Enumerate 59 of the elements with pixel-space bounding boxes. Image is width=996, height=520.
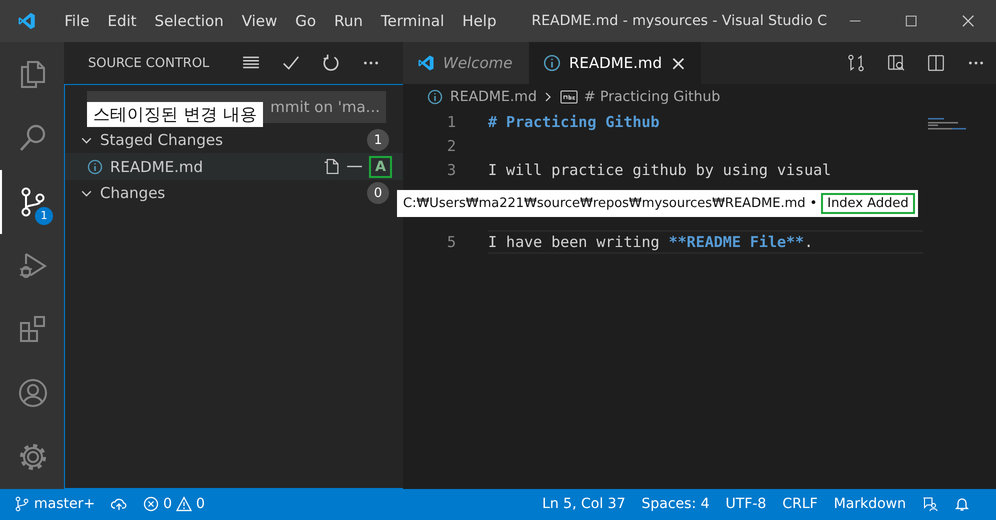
line-number: 2 bbox=[446, 137, 457, 155]
account-icon[interactable] bbox=[17, 377, 49, 410]
group-label[interactable]: Staged Changes bbox=[100, 131, 367, 149]
status-item[interactable]: Markdown bbox=[834, 496, 906, 512]
menu-item[interactable]: Run bbox=[325, 12, 372, 30]
breadcrumb-item[interactable]: README.md bbox=[450, 89, 537, 105]
menu-item[interactable]: Go bbox=[286, 12, 326, 30]
code-line: I have been writing **README File**. bbox=[488, 233, 814, 251]
menu-item[interactable]: Selection bbox=[146, 12, 233, 30]
preview-icon[interactable] bbox=[887, 54, 905, 72]
code-line: # Practicing Github bbox=[488, 113, 660, 131]
status-item[interactable]: Ln 5, Col 37 bbox=[542, 496, 626, 512]
editor-tab[interactable]: Welcome bbox=[403, 42, 529, 84]
maximize-icon[interactable] bbox=[905, 14, 918, 28]
file-name: README.md bbox=[110, 158, 204, 176]
separator-dot: • bbox=[810, 196, 818, 211]
status-item[interactable]: UTF-8 bbox=[726, 496, 766, 512]
feedback-icon[interactable] bbox=[922, 496, 938, 512]
menu-item[interactable]: View bbox=[232, 12, 286, 30]
split-editor-icon[interactable] bbox=[927, 54, 945, 72]
problems-indicator[interactable]: 0 0 bbox=[143, 496, 205, 512]
info-icon bbox=[87, 158, 103, 174]
status-text: Index Added bbox=[821, 193, 915, 214]
window-title: README.md - mysources - Visual Studio C bbox=[531, 13, 827, 29]
menu-item[interactable]: File bbox=[55, 12, 98, 30]
menu-item[interactable]: Edit bbox=[98, 12, 146, 30]
line-number: 3 bbox=[446, 161, 457, 179]
vscode-logo-icon bbox=[17, 10, 36, 32]
status-letter: A bbox=[369, 156, 392, 178]
bell-icon[interactable] bbox=[954, 496, 970, 512]
status-item[interactable]: CRLF bbox=[782, 496, 818, 512]
checkmark-icon[interactable] bbox=[282, 54, 300, 72]
minimap-drawing bbox=[928, 118, 966, 130]
menu-item[interactable]: Terminal bbox=[372, 12, 454, 30]
file-row[interactable]: README.md A bbox=[65, 153, 403, 180]
refresh-icon[interactable] bbox=[322, 54, 340, 72]
close-icon[interactable] bbox=[962, 14, 974, 28]
group-label[interactable]: Changes bbox=[100, 184, 367, 202]
file-path: C:₩Users₩ma221₩source₩repos₩mysources₩README.md bbox=[403, 196, 806, 211]
count-badge: 0 bbox=[367, 182, 389, 204]
breadcrumb-item[interactable]: # Practicing Github bbox=[584, 89, 720, 105]
panel-title: SOURCE CONTROL bbox=[88, 56, 210, 70]
info-icon bbox=[427, 89, 443, 105]
vscode-logo-icon bbox=[417, 54, 435, 72]
count-badge: 1 bbox=[367, 129, 389, 151]
string-symbol-icon bbox=[560, 90, 578, 104]
line-number: 5 bbox=[446, 233, 457, 251]
status-item[interactable]: Spaces: 4 bbox=[642, 496, 710, 512]
close-tab-button[interactable]: × bbox=[670, 51, 687, 75]
menu-item[interactable]: Help bbox=[453, 12, 506, 30]
compare-changes-icon[interactable] bbox=[847, 54, 865, 72]
line-number: 1 bbox=[446, 113, 457, 131]
branch-indicator[interactable]: master+ bbox=[14, 496, 96, 512]
annotation-tooltip: 스테이징된 변경 내용 bbox=[87, 102, 263, 127]
count-badge: 1 bbox=[35, 206, 53, 225]
info-icon bbox=[543, 54, 561, 72]
code-line: I will practice github by using visual bbox=[488, 161, 832, 179]
editor-tab[interactable]: README.md × bbox=[529, 42, 701, 84]
open-file-icon[interactable] bbox=[323, 158, 340, 175]
